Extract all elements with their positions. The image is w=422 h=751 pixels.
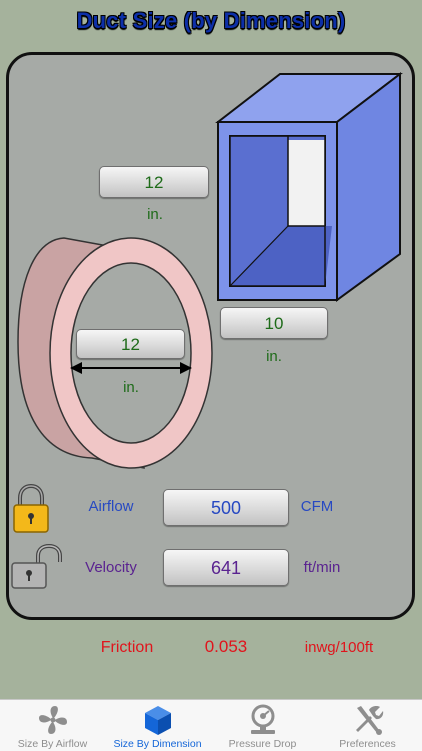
tab-bar: Size By Airflow Size By Dimension Pressu… bbox=[0, 699, 422, 751]
duct-diameter-unit: in. bbox=[123, 379, 139, 396]
velocity-unit: ft/min bbox=[303, 559, 341, 576]
tab-preferences[interactable]: Preferences bbox=[315, 700, 420, 751]
duct-width-input[interactable]: 10 bbox=[220, 307, 328, 339]
duct-height-value: 12 bbox=[144, 173, 164, 192]
duct-height-input[interactable]: 12 bbox=[99, 166, 209, 198]
tools-icon bbox=[356, 706, 384, 735]
lock-closed-icon[interactable] bbox=[12, 484, 50, 534]
friction-unit: inwg/100ft bbox=[304, 639, 374, 656]
tab-label-pressure-drop: Pressure Drop bbox=[228, 738, 297, 750]
airflow-label: Airflow bbox=[88, 498, 134, 515]
tab-label-preferences: Preferences bbox=[339, 738, 396, 750]
friction-value: 0.053 bbox=[204, 637, 248, 656]
airflow-unit: CFM bbox=[300, 498, 334, 515]
lock-open-icon[interactable] bbox=[10, 544, 62, 590]
duct-diameter-value: 12 bbox=[121, 335, 140, 354]
page-title: Duct Size (by Dimension) bbox=[76, 8, 346, 33]
duct-width-unit: in. bbox=[266, 348, 282, 365]
tab-size-by-dimension[interactable]: Size By Dimension bbox=[105, 700, 210, 751]
airflow-input[interactable]: 500 bbox=[163, 489, 289, 526]
friction-label: Friction bbox=[100, 639, 154, 656]
tab-size-by-airflow[interactable]: Size By Airflow bbox=[0, 700, 105, 751]
gauge-icon bbox=[251, 704, 275, 734]
tab-pressure-drop[interactable]: Pressure Drop bbox=[210, 700, 315, 751]
tab-label-size-by-dimension: Size By Dimension bbox=[113, 738, 202, 750]
airflow-value: 500 bbox=[210, 498, 242, 518]
rectangular-duct-illustration bbox=[215, 71, 403, 302]
velocity-input[interactable]: 641 bbox=[163, 549, 289, 586]
duct-height-unit: in. bbox=[147, 206, 163, 223]
duct-width-value: 10 bbox=[264, 314, 284, 333]
fan-icon bbox=[39, 706, 67, 734]
tab-label-size-by-airflow: Size By Airflow bbox=[17, 738, 88, 750]
duct-diameter-input[interactable]: 12 bbox=[76, 329, 185, 359]
velocity-label: Velocity bbox=[85, 559, 137, 576]
velocity-value: 641 bbox=[210, 558, 242, 578]
cube-icon bbox=[145, 706, 171, 735]
